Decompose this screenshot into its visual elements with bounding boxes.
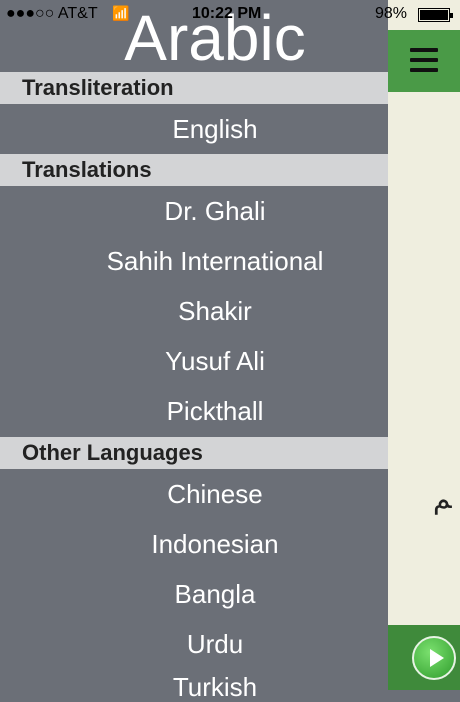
menu-item-chinese[interactable]: Chinese: [0, 469, 430, 519]
status-bar: ●●●○○ AT&T 📶 10:22 PM 98%: [0, 0, 460, 30]
menu-item-indonesian[interactable]: Indonesian: [0, 519, 430, 569]
menu-item-pickthall[interactable]: Pickthall: [0, 386, 430, 436]
menu-item-english[interactable]: English: [0, 104, 430, 154]
menu-item-dr-ghali[interactable]: Dr. Ghali: [0, 186, 430, 236]
main-content-peek: ﻢ: [388, 0, 460, 690]
section-translations: Translations: [0, 154, 388, 186]
menu-item-yusuf-ali[interactable]: Yusuf Ali: [0, 336, 430, 386]
wifi-icon: 📶: [112, 5, 130, 21]
arabic-text-fragment: ﻢ: [433, 483, 452, 514]
menu-item-bangla[interactable]: Bangla: [0, 569, 430, 619]
section-transliteration: Transliteration: [0, 72, 388, 104]
section-other-languages: Other Languages: [0, 437, 388, 469]
menu-item-sahih-international[interactable]: Sahih International: [0, 236, 430, 286]
battery-percent: 98%: [375, 5, 408, 22]
menu-item-turkish[interactable]: Turkish: [0, 672, 430, 702]
menu-item-shakir[interactable]: Shakir: [0, 286, 430, 336]
battery-icon: [418, 8, 453, 22]
side-drawer: Arabic Transliteration English Translati…: [0, 0, 388, 702]
hamburger-icon[interactable]: [410, 48, 438, 78]
menu-item-urdu[interactable]: Urdu: [0, 619, 430, 669]
play-icon[interactable]: [412, 636, 456, 680]
carrier-label: ●●●○○ AT&T: [6, 5, 98, 22]
clock: 10:22 PM: [192, 5, 262, 22]
